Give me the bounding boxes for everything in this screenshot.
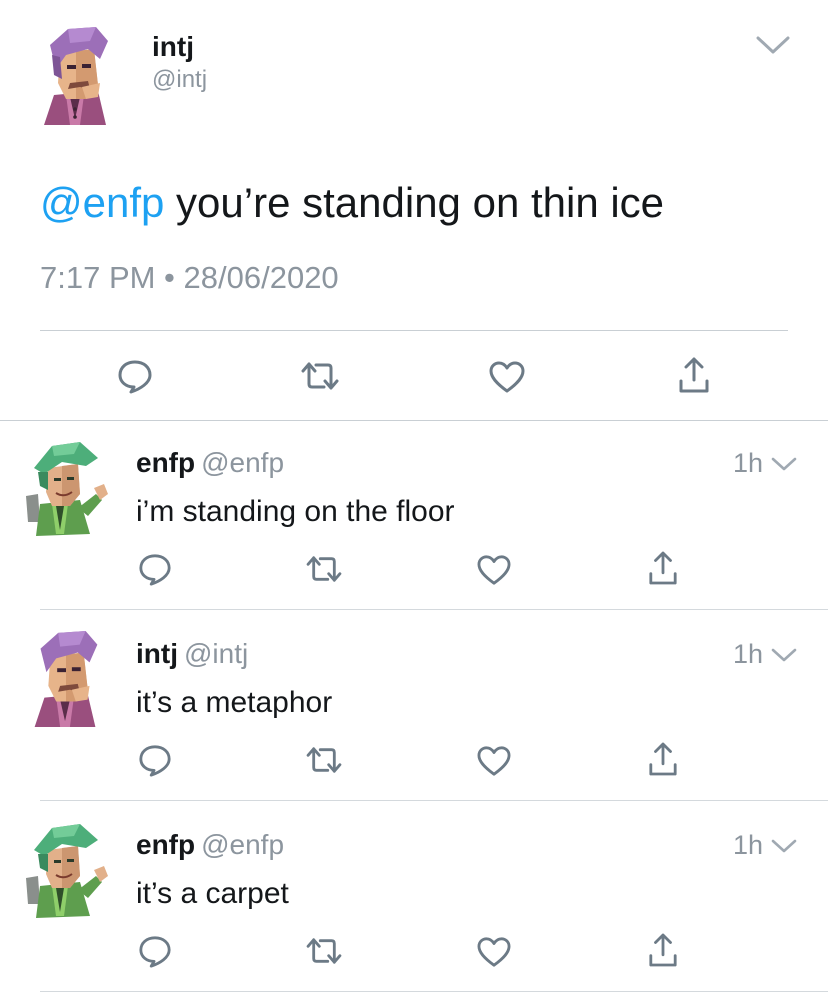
enfp-avatar[interactable]	[22, 438, 110, 538]
like-icon[interactable]	[476, 936, 512, 968]
tweet-actions	[0, 550, 828, 600]
divider	[40, 991, 828, 992]
reply-header: enfp @enfp	[136, 446, 284, 480]
divider	[40, 800, 828, 801]
chevron-down-icon[interactable]	[755, 34, 791, 56]
reply-icon[interactable]	[117, 358, 153, 394]
retweet-icon[interactable]	[305, 936, 343, 966]
author-handle[interactable]: @enfp	[201, 829, 284, 860]
reply-header: enfp @enfp	[136, 828, 284, 862]
tweet-body: you’re standing on thin ice	[164, 179, 665, 226]
reply-icon[interactable]	[138, 934, 172, 968]
reply-text: it’s a metaphor	[136, 686, 333, 719]
intj-avatar[interactable]	[22, 629, 110, 729]
reply-time[interactable]: 1h	[733, 828, 763, 862]
tweet-timestamp[interactable]: 7:17 PM • 28/06/2020	[40, 258, 339, 298]
reply-time[interactable]: 1h	[733, 446, 763, 480]
share-icon[interactable]	[648, 550, 678, 586]
chevron-down-icon[interactable]	[771, 647, 797, 663]
reply-time[interactable]: 1h	[733, 637, 763, 671]
author-handle[interactable]: @intj	[184, 638, 248, 669]
mention-link[interactable]: @enfp	[40, 179, 164, 226]
like-icon[interactable]	[476, 745, 512, 777]
retweet-icon[interactable]	[305, 554, 343, 584]
tweet-text: @enfp you’re standing on thin ice	[40, 176, 664, 230]
divider	[40, 330, 788, 331]
tweet-actions	[0, 932, 828, 982]
author-handle[interactable]: @enfp	[201, 447, 284, 478]
tweet-actions	[0, 340, 828, 412]
tweet-actions	[0, 741, 828, 791]
reply-icon[interactable]	[138, 743, 172, 777]
retweet-icon[interactable]	[305, 745, 343, 775]
main-tweet: intj @intj @enfp you’re standing on thin…	[0, 0, 828, 421]
reply-text: it’s a carpet	[136, 877, 289, 910]
author-name[interactable]: intj	[152, 31, 194, 63]
reply-tweet[interactable]: intj @intj 1h it’s a metaphor	[0, 611, 828, 801]
author-name[interactable]: enfp	[136, 829, 195, 860]
chevron-down-icon[interactable]	[771, 456, 797, 472]
author-name[interactable]: intj	[136, 638, 178, 669]
like-icon[interactable]	[488, 360, 526, 394]
author-handle[interactable]: @intj	[152, 66, 207, 94]
reply-tweet[interactable]: enfp @enfp 1h i’m standing on the floor	[0, 420, 828, 610]
share-icon[interactable]	[648, 741, 678, 777]
reply-header: intj @intj	[136, 637, 248, 671]
intj-avatar[interactable]	[40, 25, 112, 127]
reply-icon[interactable]	[138, 552, 172, 586]
share-icon[interactable]	[678, 356, 710, 394]
reply-text: i’m standing on the floor	[136, 495, 455, 528]
share-icon[interactable]	[648, 932, 678, 968]
chevron-down-icon[interactable]	[771, 838, 797, 854]
author-name[interactable]: enfp	[136, 447, 195, 478]
retweet-icon[interactable]	[300, 360, 340, 392]
like-icon[interactable]	[476, 554, 512, 586]
enfp-avatar[interactable]	[22, 820, 110, 920]
divider	[40, 609, 828, 610]
reply-tweet[interactable]: enfp @enfp 1h it’s a carpet	[0, 802, 828, 992]
